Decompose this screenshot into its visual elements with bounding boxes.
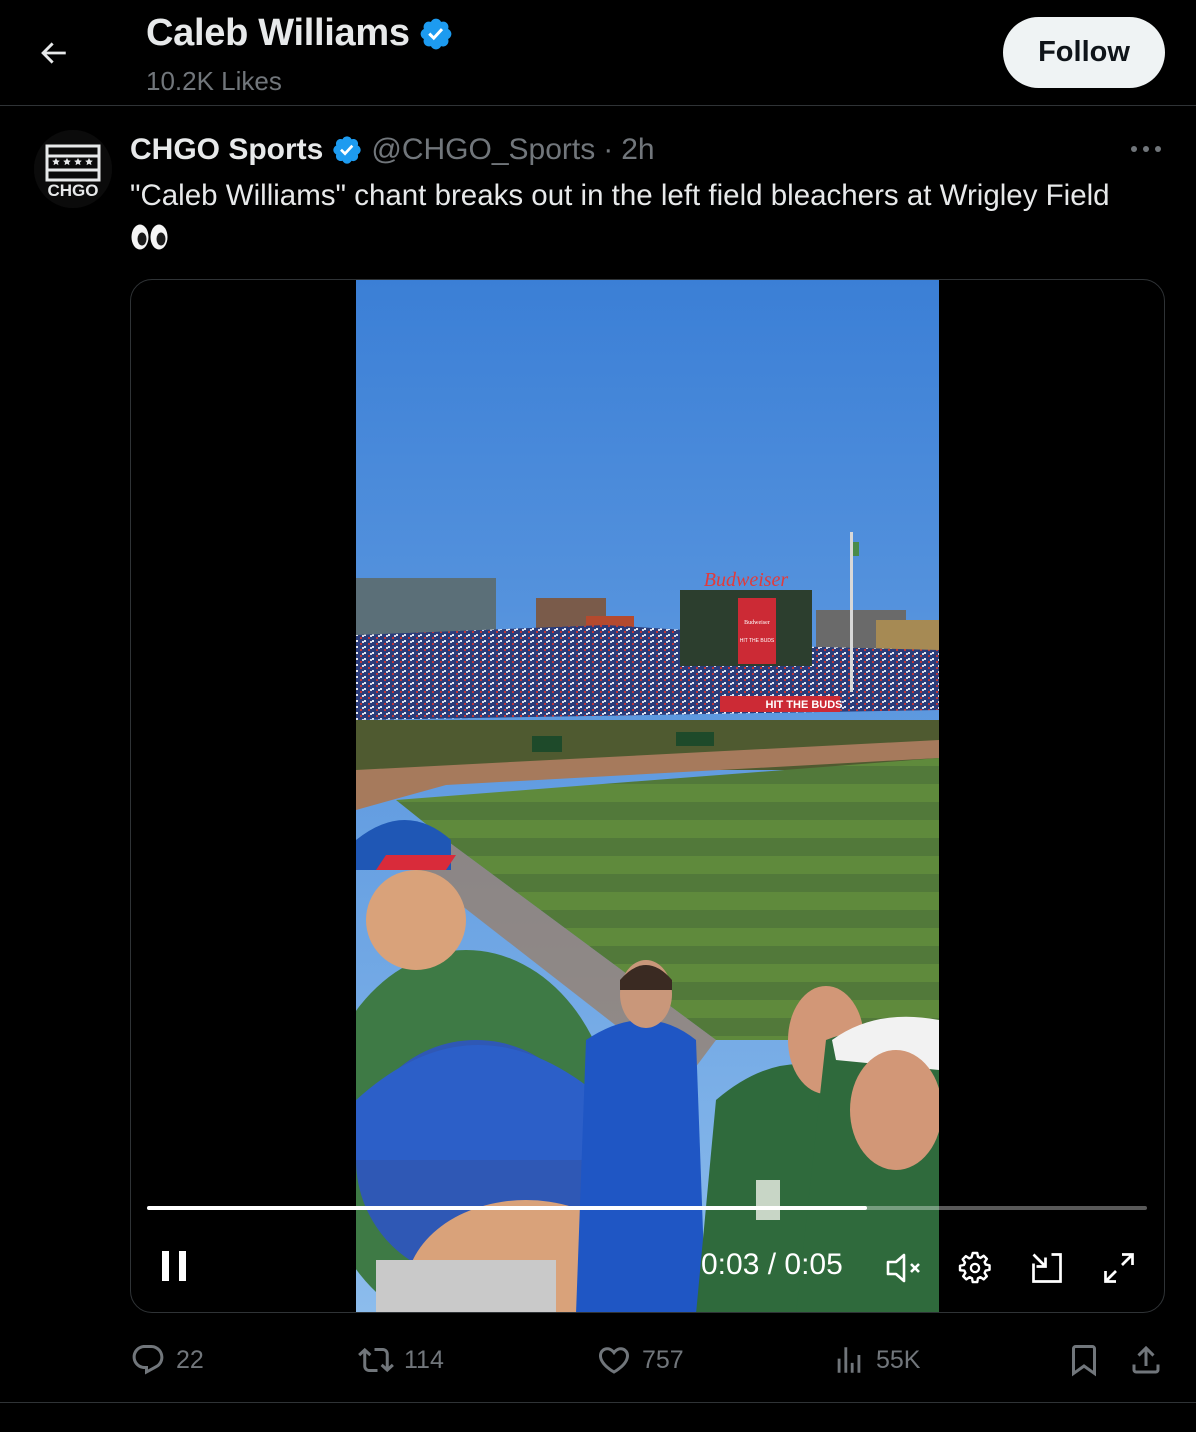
chgo-logo-icon: CHGO [34, 130, 112, 208]
post-text: "Caleb Williams" chant breaks out in the… [130, 179, 1110, 212]
more-icon [1131, 146, 1161, 152]
mute-icon [886, 1253, 920, 1283]
settings-icon [958, 1251, 991, 1284]
views-icon [837, 1347, 861, 1373]
like-button[interactable]: 757 [596, 1336, 684, 1384]
fullscreen-button[interactable] [1099, 1248, 1139, 1288]
settings-button[interactable] [955, 1248, 995, 1288]
video-progress-bar[interactable] [147, 1206, 1147, 1210]
profile-header: Caleb Williams 10.2K Likes Follow [0, 0, 1196, 106]
repost-button[interactable]: 114 [358, 1336, 444, 1384]
share-button[interactable] [1128, 1336, 1164, 1384]
pip-icon [1032, 1253, 1062, 1283]
reply-button[interactable]: 22 [130, 1336, 204, 1384]
verified-badge-icon [420, 18, 452, 49]
video-frame[interactable]: Budweiser Budweiser HIT THE BUDS HIT THE… [356, 280, 939, 1312]
like-icon [598, 1347, 630, 1374]
profile-name: Caleb Williams [146, 12, 410, 54]
follow-button[interactable]: Follow [1003, 17, 1165, 88]
profile-title: Caleb Williams [146, 12, 454, 55]
repost-count: 114 [404, 1345, 444, 1374]
video-scene: Budweiser Budweiser HIT THE BUDS HIT THE… [356, 280, 939, 1312]
post-time[interactable]: 2h [621, 133, 654, 167]
verified-badge-icon [333, 136, 362, 164]
post-action-bar: 22 114 757 55K [130, 1336, 1170, 1384]
video-duration: 0:05 [784, 1248, 843, 1281]
post-emoji: 👀 [130, 220, 170, 254]
video-time-separator: / [759, 1248, 785, 1281]
author-row: CHGO Sports @CHGO_Sports · 2h [130, 130, 655, 170]
video-player[interactable]: Budweiser Budweiser HIT THE BUDS HIT THE… [130, 279, 1165, 1313]
views-button[interactable]: 55K [832, 1336, 920, 1384]
bookmark-icon [1072, 1345, 1096, 1377]
pause-icon [162, 1251, 186, 1281]
outfield-banner: HIT THE BUDS [766, 699, 843, 711]
more-options-button[interactable] [1126, 134, 1166, 164]
avatar[interactable]: CHGO [34, 130, 112, 208]
bookmark-button[interactable] [1066, 1336, 1102, 1384]
like-count: 757 [642, 1345, 684, 1374]
reply-count: 22 [176, 1345, 204, 1374]
scoreboard-panel-brand: Budweiser [744, 620, 770, 626]
back-button[interactable] [28, 28, 78, 78]
scoreboard-panel-text: HIT THE BUDS [740, 638, 775, 644]
avatar-text: CHGO [48, 181, 99, 200]
scoreboard-brand: Budweiser [704, 569, 789, 591]
back-arrow-icon [41, 42, 66, 64]
video-time: 0:03 / 0:05 [701, 1248, 843, 1282]
video-progress-fill [147, 1206, 867, 1210]
author-verified [331, 134, 363, 166]
picture-in-picture-button[interactable] [1027, 1248, 1067, 1288]
repost-icon [358, 1347, 394, 1373]
divider [0, 1402, 1196, 1403]
mute-button[interactable] [883, 1248, 925, 1288]
video-elapsed: 0:03 [701, 1248, 760, 1281]
eyes-emoji-icon [131, 224, 168, 250]
reply-icon [132, 1345, 164, 1375]
likes-count: 10.2K Likes [146, 66, 282, 96]
fullscreen-icon [1104, 1253, 1134, 1283]
pause-button[interactable] [157, 1246, 193, 1286]
author-handle[interactable]: @CHGO_Sports [371, 133, 595, 167]
share-icon [1132, 1345, 1160, 1374]
view-count: 55K [876, 1345, 921, 1374]
author-name[interactable]: CHGO Sports [130, 133, 323, 167]
meta-separator: · [603, 133, 614, 166]
